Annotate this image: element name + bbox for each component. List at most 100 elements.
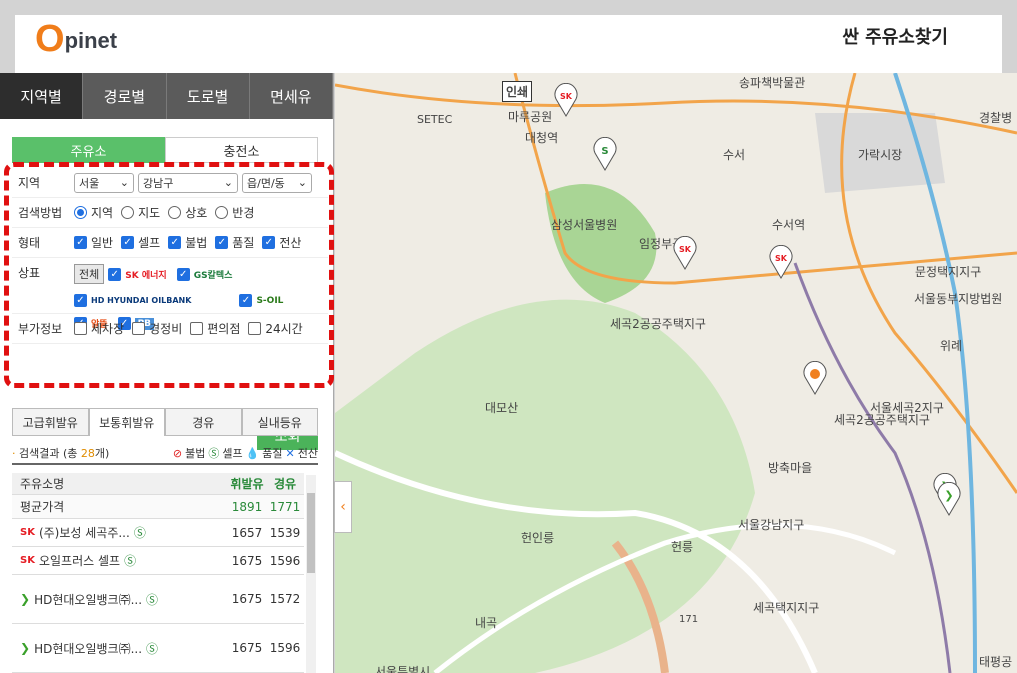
tab-premium-gasoline[interactable]: 고급휘발유 — [12, 408, 89, 436]
computer-icon: ✕ — [285, 446, 295, 460]
map[interactable]: 인쇄 송파책박물관 SETEC 마루공원 대청역 수서 가락시장 경찰병 삼성서… — [335, 73, 1017, 673]
station-marker[interactable] — [802, 360, 828, 395]
extra-24h-checkbox[interactable]: 24시간 — [248, 320, 303, 337]
method-row: 검색방법 지역 지도 상호 반경 — [12, 198, 328, 228]
map-label: 세곡2공공주택지구 — [834, 413, 930, 427]
tab-region[interactable]: 지역별 — [0, 73, 84, 119]
chevron-down-icon: ⌄ — [223, 176, 233, 189]
type-illegal-checkbox[interactable]: ✓ 불법 — [168, 234, 207, 251]
table-row[interactable]: SK 오일프러스 셀프 Ⓢ 1675 1596 — [12, 547, 304, 575]
self-icon: Ⓢ — [146, 592, 159, 607]
page-title: 싼 주유소찾기 — [842, 27, 948, 48]
dong-select[interactable]: 읍/면/동 ⌄ — [242, 172, 312, 193]
brand-soil-checkbox[interactable]: ✓ S-OIL — [239, 294, 289, 307]
table-row[interactable]: ❯ HD현대오일뱅크㈜... Ⓢ 1675 1572 — [12, 575, 304, 624]
type-self-checkbox[interactable]: ✓ 셀프 — [121, 234, 160, 251]
map-label: 가락시장 — [858, 148, 903, 162]
map-label: 위례 — [940, 339, 963, 353]
table-scrollbar[interactable] — [306, 475, 316, 673]
opinet-logo[interactable]: Opinet — [35, 19, 117, 61]
map-label: 마루공원 — [508, 110, 553, 124]
map-label: 방축마을 — [768, 461, 813, 475]
brand-hd-checkbox[interactable]: ✓ HD HYUNDAI OILBANK — [74, 294, 197, 307]
extra-store-checkbox[interactable]: 편의점 — [190, 320, 240, 337]
station-marker[interactable]: SK — [553, 82, 579, 117]
gs-logo: GS칼텍스 — [193, 270, 233, 281]
method-map-radio[interactable]: 지도 — [121, 204, 160, 221]
extra-repair-checkbox[interactable]: 경정비 — [132, 320, 182, 337]
brand-row: 상표 전체 ✓ SK 에너지 ✓ GS칼텍스 ✓ HD HYUNDAI OILBANK… — [12, 258, 328, 330]
self-icon: Ⓢ — [124, 554, 137, 568]
result-summary: · 검색결과 (총 28개) ⊘ 불법 Ⓢ 셀프 💧 품질 ✕ 전산 — [12, 443, 318, 465]
sk-logo: SK 에너지 — [125, 270, 167, 281]
sigungu-select[interactable]: 강남구 ⌄ — [138, 172, 238, 193]
method-label: 검색방법 — [18, 206, 63, 220]
extra-carwash-checkbox[interactable]: 세차장 — [74, 320, 124, 337]
station-marker[interactable]: SK — [768, 244, 794, 279]
map-label: SETEC — [417, 113, 453, 126]
map-label: 서울강남지구 — [738, 518, 805, 532]
brand-gs-checkbox[interactable]: ✓ GS칼텍스 — [176, 267, 239, 281]
map-label: 서울동부지방법원 — [914, 292, 1003, 306]
station-marker[interactable]: S — [592, 136, 618, 171]
table-row[interactable]: SK (주)보성 세곡주... Ⓢ 1657 1539 — [12, 519, 304, 547]
main-tabs: 지역별 경로별 도로별 면세유 — [0, 73, 333, 119]
chevron-down-icon: ⌄ — [119, 176, 129, 189]
soil-logo: S-OIL — [256, 295, 284, 306]
tab-gas-station[interactable]: 주유소 — [12, 137, 165, 163]
search-panel: 지역별 경로별 도로별 면세유 주유소 충전소 지역 서울 ⌄ 강남구 ⌄ 읍/면/… — [0, 73, 334, 673]
hd-logo: HD HYUNDAI OILBANK — [91, 296, 192, 305]
sk-icon: SK — [20, 555, 35, 566]
brand-label: 상표 — [18, 266, 41, 280]
table-header: 주유소명 휘발유 경유 — [12, 473, 304, 495]
map-roads — [335, 73, 1017, 673]
station-marker[interactable]: SK — [672, 235, 698, 270]
station-marker[interactable]: ❯ — [936, 481, 962, 516]
map-label: 세곡2공공주택지구 — [610, 317, 706, 331]
quality-icon: 💧 — [245, 446, 260, 460]
map-label: 대모산 — [485, 401, 519, 415]
map-label: 수서역 — [772, 218, 806, 232]
collapse-panel-button[interactable]: ‹ — [334, 481, 352, 533]
map-label: 내곡 — [475, 616, 498, 630]
tab-diesel[interactable]: 경유 — [165, 408, 242, 436]
brand-all-button[interactable]: 전체 — [74, 264, 105, 284]
self-icon: Ⓢ — [146, 641, 159, 656]
fuel-tabs: 고급휘발유 보통휘발유 경유 실내등유 — [12, 408, 318, 436]
illegal-icon: ⊘ — [172, 446, 183, 460]
type-quality-checkbox[interactable]: ✓ 품질 — [215, 234, 254, 251]
chevron-down-icon: ⌄ — [297, 176, 307, 189]
map-label: 헌릉 — [671, 540, 694, 554]
sido-select[interactable]: 서울 ⌄ — [74, 172, 134, 193]
method-region-radio[interactable]: 지역 — [74, 204, 113, 221]
type-computer-checkbox[interactable]: ✓ 전산 — [262, 234, 301, 251]
svg-text:S: S — [601, 146, 608, 157]
type-label: 형태 — [18, 236, 41, 250]
type-general-checkbox[interactable]: ✓ 일반 — [74, 234, 113, 251]
svg-text:❯: ❯ — [944, 489, 953, 502]
tab-taxfree[interactable]: 면세유 — [250, 73, 333, 119]
method-radius-radio[interactable]: 반경 — [215, 204, 254, 221]
svg-text:SK: SK — [679, 245, 692, 254]
print-button[interactable]: 인쇄 — [502, 81, 533, 102]
map-label: 헌인릉 — [521, 531, 555, 545]
station-type-tabs: 주유소 충전소 — [12, 137, 318, 163]
result-count: · 검색결과 (총 28개) — [12, 447, 110, 460]
table-row[interactable]: ❯ HD현대오일뱅크㈜... Ⓢ 1675 1596 — [12, 624, 304, 673]
map-label: 서울특별시 — [375, 665, 431, 673]
search-form: 지역 서울 ⌄ 강남구 ⌄ 읍/면/동 ⌄ 검색방법 지역 지도 상호 반경 형태 ✓… — [12, 168, 328, 450]
tab-charging-station[interactable]: 충전소 — [165, 137, 318, 163]
map-label: 세곡택지지구 — [753, 601, 820, 615]
chevron-left-icon: ‹ — [340, 499, 346, 515]
map-label: 송파책박물관 — [739, 76, 806, 90]
type-row: 형태 ✓ 일반 ✓ 셀프 ✓ 불법 ✓ 품질 ✓ 전산 — [12, 228, 328, 258]
brand-sk-checkbox[interactable]: ✓ SK 에너지 — [108, 267, 172, 281]
svg-text:SK: SK — [560, 92, 573, 101]
tab-regular-gasoline[interactable]: 보통휘발유 — [88, 408, 165, 436]
map-label: 171 — [679, 614, 699, 625]
tab-route[interactable]: 경로별 — [83, 73, 167, 119]
map-label: 태평공 — [979, 655, 1013, 669]
tab-road[interactable]: 도로별 — [167, 73, 250, 119]
tab-kerosene[interactable]: 실내등유 — [241, 408, 318, 436]
method-name-radio[interactable]: 상호 — [168, 204, 207, 221]
